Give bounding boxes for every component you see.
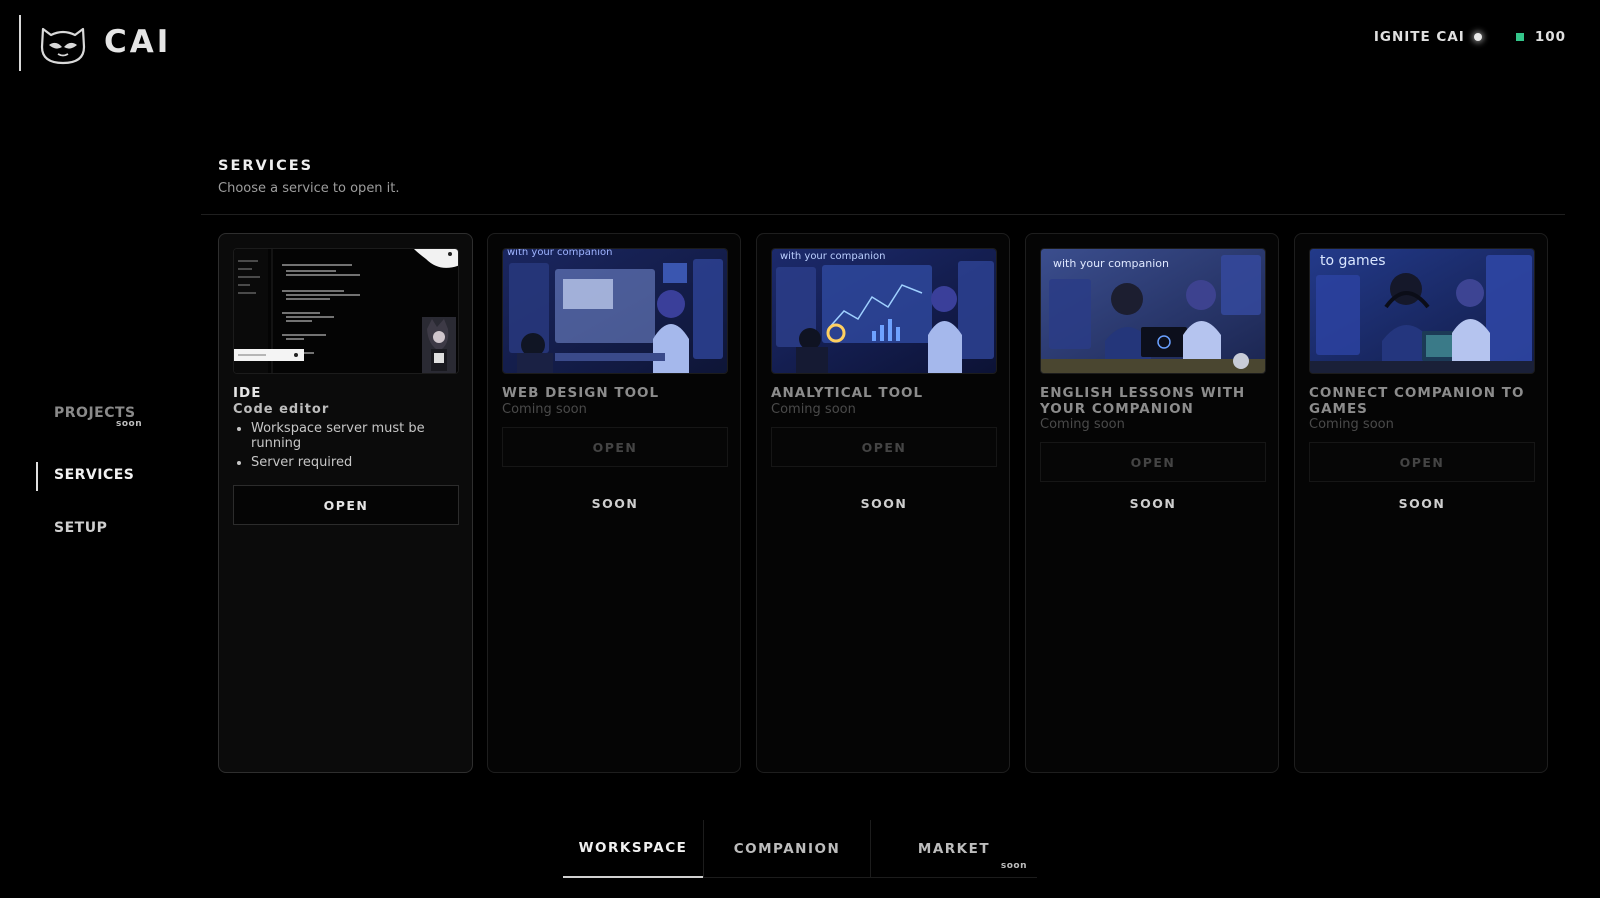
companion-games-thumbnail: to games bbox=[1309, 248, 1535, 374]
card-title-text: IDE bbox=[233, 385, 262, 401]
soon-badge: soon bbox=[1000, 861, 1027, 871]
nav-item-services[interactable]: SERVICES bbox=[54, 467, 134, 483]
ide-thumbnail bbox=[233, 248, 459, 374]
card-subtitle: Code editor bbox=[233, 401, 330, 417]
brand-divider bbox=[19, 15, 21, 71]
nav-item-setup[interactable]: SETUP bbox=[54, 520, 107, 536]
thumb-caption: to games bbox=[1320, 253, 1386, 269]
card-subtitle: Coming soon bbox=[1309, 417, 1394, 432]
list-item: Workspace server must be running bbox=[251, 421, 451, 451]
service-card-web-design[interactable]: with your companion WEB DESIGN TOOL Comi… bbox=[487, 233, 741, 773]
open-companion-games-button: OPEN bbox=[1309, 442, 1535, 482]
open-web-design-button: OPEN bbox=[502, 427, 728, 467]
app-root: CAI IGNITE CAI 100 PROJECTS soon SERVICE… bbox=[0, 0, 1600, 898]
nav-item-projects[interactable]: PROJECTS soon bbox=[54, 405, 142, 429]
card-subtitle: Coming soon bbox=[502, 401, 587, 417]
service-card-analytical[interactable]: with your companion ANALYTICAL TOOL Comi… bbox=[756, 233, 1010, 773]
credits-counter: 100 bbox=[1515, 29, 1566, 45]
card-subtitle: Coming soon bbox=[1040, 417, 1125, 432]
service-card-companion-games[interactable]: to games CONNECT COMPANION TO GAMES Comi… bbox=[1294, 233, 1548, 773]
soon-label: SOON bbox=[1398, 496, 1446, 511]
header-divider bbox=[201, 214, 1565, 215]
card-title: IDE Code editor bbox=[233, 385, 459, 417]
page-title: SERVICES bbox=[218, 158, 314, 174]
list-item: Server required bbox=[251, 455, 451, 471]
web-design-thumbnail: with your companion bbox=[502, 248, 728, 374]
ignite-label[interactable]: IGNITE CAI bbox=[1374, 29, 1465, 45]
bottom-tab-bar: WORKSPACE COMPANION MARKET soon bbox=[563, 820, 1037, 878]
open-analytical-button: OPEN bbox=[771, 427, 997, 467]
tab-market[interactable]: MARKET soon bbox=[871, 820, 1037, 878]
tab-workspace[interactable]: WORKSPACE bbox=[563, 820, 703, 878]
tab-label: WORKSPACE bbox=[578, 840, 688, 856]
soon-label: SOON bbox=[591, 496, 639, 511]
open-ide-button[interactable]: OPEN bbox=[233, 485, 459, 525]
analytical-thumbnail: with your companion bbox=[771, 248, 997, 374]
service-card-english-lessons[interactable]: with your companion ENGLISH LESSONS WITH… bbox=[1025, 233, 1279, 773]
thumb-caption: with your companion bbox=[1053, 257, 1169, 270]
nav-item-label: SETUP bbox=[54, 520, 108, 536]
card-title-text: WEB DESIGN TOOL bbox=[502, 385, 660, 401]
credits-value: 100 bbox=[1534, 29, 1566, 45]
page-subtitle: Choose a service to open it. bbox=[218, 181, 400, 196]
thumb-caption: with your companion bbox=[507, 249, 612, 258]
card-title-text: ANALYTICAL TOOL bbox=[771, 385, 924, 401]
mascot-logo-icon[interactable] bbox=[37, 23, 89, 65]
tab-label: MARKET bbox=[917, 840, 991, 857]
card-title-text: CONNECT COMPANION TO GAMES bbox=[1309, 385, 1525, 417]
service-card-ide[interactable]: IDE Code editor Workspace server must be… bbox=[218, 233, 473, 773]
tab-companion[interactable]: COMPANION bbox=[704, 820, 870, 878]
tab-label: COMPANION bbox=[733, 840, 841, 857]
soon-label: SOON bbox=[860, 496, 908, 511]
card-subtitle: Coming soon bbox=[771, 401, 856, 417]
card-title: WEB DESIGN TOOL Coming soon bbox=[502, 385, 728, 417]
brand-name: CAI bbox=[104, 24, 172, 60]
thumb-caption: with your companion bbox=[780, 251, 885, 262]
header-status: IGNITE CAI 100 bbox=[1374, 29, 1566, 45]
english-lessons-thumbnail: with your companion bbox=[1040, 248, 1266, 374]
requirements-list: Workspace server must be running Server … bbox=[251, 421, 451, 476]
card-title: ANALYTICAL TOOL Coming soon bbox=[771, 385, 997, 417]
nav-active-indicator bbox=[36, 462, 38, 491]
credit-square-icon bbox=[1515, 33, 1524, 41]
soon-label: SOON bbox=[1129, 496, 1177, 511]
card-title: ENGLISH LESSONS WITH YOUR COMPANION Comi… bbox=[1040, 385, 1266, 432]
card-title: CONNECT COMPANION TO GAMES Coming soon bbox=[1309, 385, 1535, 432]
status-dot-icon bbox=[1473, 33, 1482, 41]
open-english-lessons-button: OPEN bbox=[1040, 442, 1266, 482]
card-title-text: ENGLISH LESSONS WITH YOUR COMPANION bbox=[1040, 385, 1246, 417]
nav-item-label: SERVICES bbox=[54, 467, 135, 483]
soon-badge: soon bbox=[116, 419, 143, 429]
